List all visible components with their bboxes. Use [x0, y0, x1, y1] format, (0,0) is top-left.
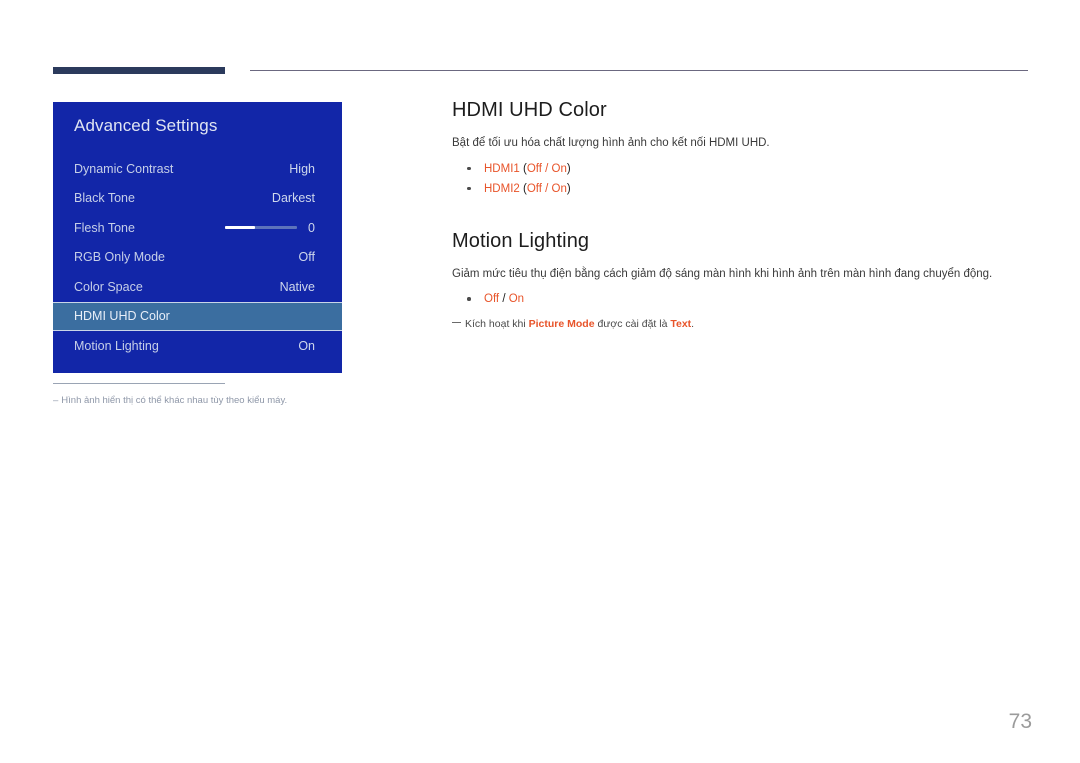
footnote-text-row: – Hình ảnh hiển thị có thể khác nhau tùy …	[53, 395, 373, 406]
osd-row-label: Dynamic Contrast	[74, 161, 174, 176]
list-item: HDMI2 (Off / On)	[452, 179, 1032, 199]
option-close-paren: )	[566, 162, 571, 175]
option-values: Off / On	[526, 162, 567, 175]
footnote-text: Hình ảnh hiển thị có thể khác nhau tùy t…	[61, 395, 288, 406]
section-hdmi-uhd-color: HDMI UHD Color Bật để tối ưu hóa chất lư…	[452, 99, 1032, 199]
note-bold-picture-mode: Picture Mode	[528, 318, 595, 331]
list-item: Off / On	[452, 289, 1032, 309]
section-heading: HDMI UHD Color	[452, 99, 607, 121]
note-bold-text: Text	[670, 318, 692, 331]
option-values: Off / On	[526, 182, 567, 195]
section-note: Kích hoạt khi Picture Mode được cài đặt …	[452, 317, 1032, 332]
section-heading: Motion Lighting	[452, 229, 590, 252]
option-off: Off	[484, 293, 500, 306]
osd-row-value: Native	[279, 279, 315, 294]
osd-row-motion-lighting[interactable]: Motion Lighting On	[53, 331, 342, 361]
option-separator: /	[499, 293, 509, 306]
osd-row-label: Flesh Tone	[74, 220, 135, 235]
osd-row-value: High	[289, 161, 315, 176]
osd-row-value: On	[298, 338, 315, 353]
flesh-tone-slider[interactable]	[225, 226, 298, 230]
osd-panel-title: Advanced Settings	[74, 116, 218, 135]
left-footnote: – Hình ảnh hiển thị có thể khác nhau tùy …	[53, 383, 373, 406]
option-close-paren: )	[566, 182, 571, 195]
option-open-paren: (	[519, 162, 527, 175]
osd-row-label: Color Space	[74, 279, 143, 294]
osd-row-value: Darkest	[271, 191, 315, 206]
section-body-text: Giảm mức tiêu thụ điện bằng cách giảm độ…	[452, 267, 993, 280]
osd-row-dynamic-contrast[interactable]: Dynamic Contrast High	[53, 154, 342, 184]
section-motion-lighting: Motion Lighting Giảm mức tiêu thụ điện b…	[452, 230, 1032, 332]
header-accent-bar	[53, 67, 225, 74]
osd-row-color-space[interactable]: Color Space Native	[53, 272, 342, 302]
page-number: 73	[1008, 710, 1032, 733]
option-on: On	[508, 293, 525, 306]
note-middle: được cài đặt là	[594, 318, 671, 331]
section-body-text: Bật để tối ưu hóa chất lượng hình ảnh ch…	[452, 137, 770, 149]
note-dash-icon	[452, 322, 461, 324]
note-before: Kích hoạt khi	[465, 318, 529, 331]
note-after: .	[691, 318, 695, 331]
osd-menu-rows: Dynamic Contrast High Black Tone Darkest Fle…	[53, 154, 342, 361]
osd-row-rgb-only-mode[interactable]: RGB Only Mode Off	[53, 243, 342, 273]
option-list-motion-lighting: Off / On	[452, 289, 1032, 309]
list-item: HDMI1 (Off / On)	[452, 159, 1032, 179]
osd-bottom-spacer	[53, 361, 342, 373]
footnote-dash: –	[53, 395, 59, 406]
osd-row-value: Off	[298, 250, 315, 265]
osd-row-slider-group[interactable]: 0	[225, 221, 315, 235]
osd-row-label: Black Tone	[74, 191, 135, 206]
osd-row-black-tone[interactable]: Black Tone Darkest	[53, 184, 342, 214]
osd-menu-panel: Advanced Settings Dynamic Contrast High Bl…	[53, 102, 342, 373]
osd-row-hdmi-uhd-color[interactable]: HDMI UHD Color	[53, 301, 342, 331]
osd-row-label: HDMI UHD Color	[74, 309, 170, 324]
option-list-hdmi: HDMI1 (Off / On) HDMI2 (Off / On)	[452, 159, 1032, 199]
osd-row-label: Motion Lighting	[74, 338, 159, 353]
option-open-paren: (	[519, 182, 527, 195]
osd-row-label: RGB Only Mode	[74, 250, 166, 265]
footnote-divider	[53, 383, 225, 384]
osd-row-value: 0	[308, 220, 315, 235]
option-name: HDMI1	[484, 162, 520, 175]
content-column: HDMI UHD Color Bật để tối ưu hóa chất lư…	[452, 99, 1032, 332]
osd-row-flesh-tone[interactable]: Flesh Tone 0	[53, 213, 342, 243]
header-divider-line	[250, 70, 1028, 71]
slider-fill	[225, 226, 256, 230]
page-header-rules	[0, 0, 1080, 90]
option-name: HDMI2	[484, 182, 520, 195]
